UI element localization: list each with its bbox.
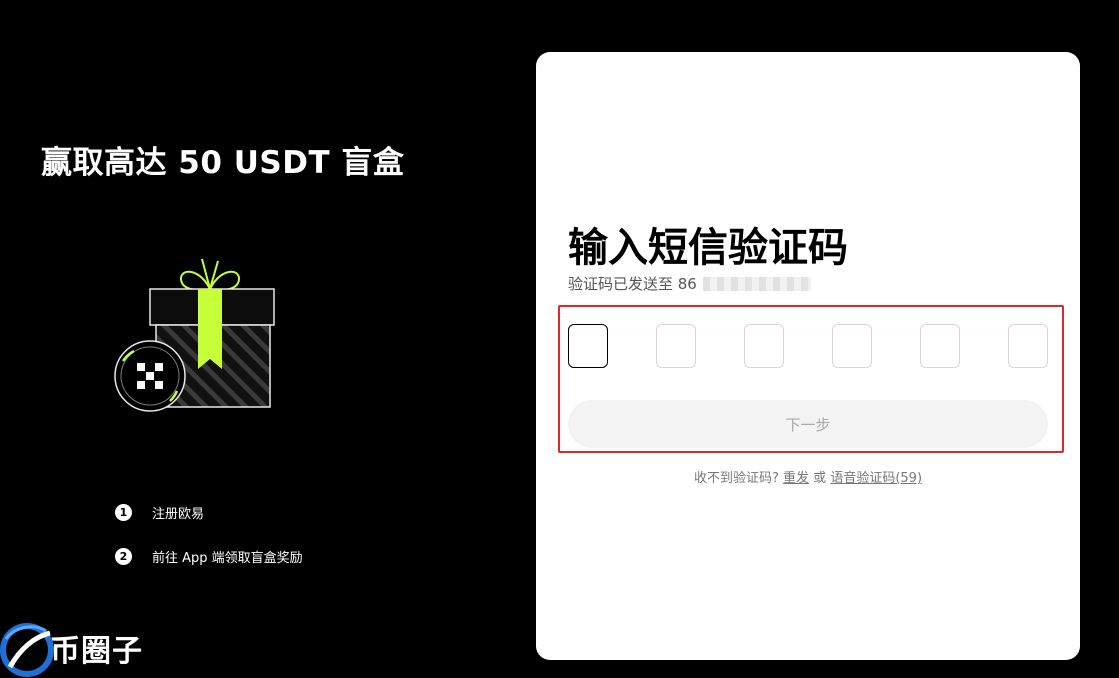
resend-help: 收不到验证码? 重发 或 语音验证码(59) [536, 467, 1080, 486]
otp-input-group [568, 324, 1048, 368]
watermark: 币圈子 [0, 619, 143, 677]
sent-to-notice: 验证码已发送至 86 [568, 273, 811, 294]
otp-digit-input[interactable] [656, 324, 696, 368]
step-number-badge: 1 [115, 503, 132, 521]
verification-card: 输入短信验证码 验证码已发送至 86 下一步 收不到验证码? 重发 或 语音验证… [536, 52, 1080, 660]
masked-phone-number [702, 276, 811, 291]
watermark-text: 币圈子 [50, 634, 143, 669]
resend-prompt: 收不到验证码? [693, 471, 779, 486]
voice-code-link[interactable]: 语音验证码(59) [830, 471, 922, 486]
step-label: 注册欧易 [152, 506, 205, 522]
watermark-logo-icon [0, 623, 54, 677]
otp-digit-input[interactable] [832, 324, 872, 368]
otp-digit-input[interactable] [920, 324, 960, 368]
next-step-button[interactable]: 下一步 [568, 400, 1048, 448]
promo-title: 赢取高达 50 USDT 盲盒 [41, 145, 405, 181]
sent-to-text: 验证码已发送至 86 [568, 275, 697, 293]
gift-box-illustration [114, 258, 275, 412]
step-item: 2 前往 App 端领取盲盒奖励 [115, 546, 303, 566]
page: 赢取高达 50 USDT 盲盒 1 注册欧易 2 前往 App 端领取盲盒奖励 … [0, 0, 1119, 678]
otp-digit-input[interactable] [1008, 324, 1048, 368]
steps-list: 1 注册欧易 2 前往 App 端领取盲盒奖励 [115, 502, 303, 590]
step-label: 前往 App 端领取盲盒奖励 [152, 550, 303, 566]
or-separator: 或 [813, 471, 827, 486]
otp-digit-input[interactable] [568, 324, 608, 368]
step-number-badge: 2 [115, 547, 132, 565]
page-title: 输入短信验证码 [568, 225, 848, 271]
step-item: 1 注册欧易 [115, 502, 303, 522]
otp-digit-input[interactable] [744, 324, 784, 368]
resend-link[interactable]: 重发 [783, 471, 809, 486]
